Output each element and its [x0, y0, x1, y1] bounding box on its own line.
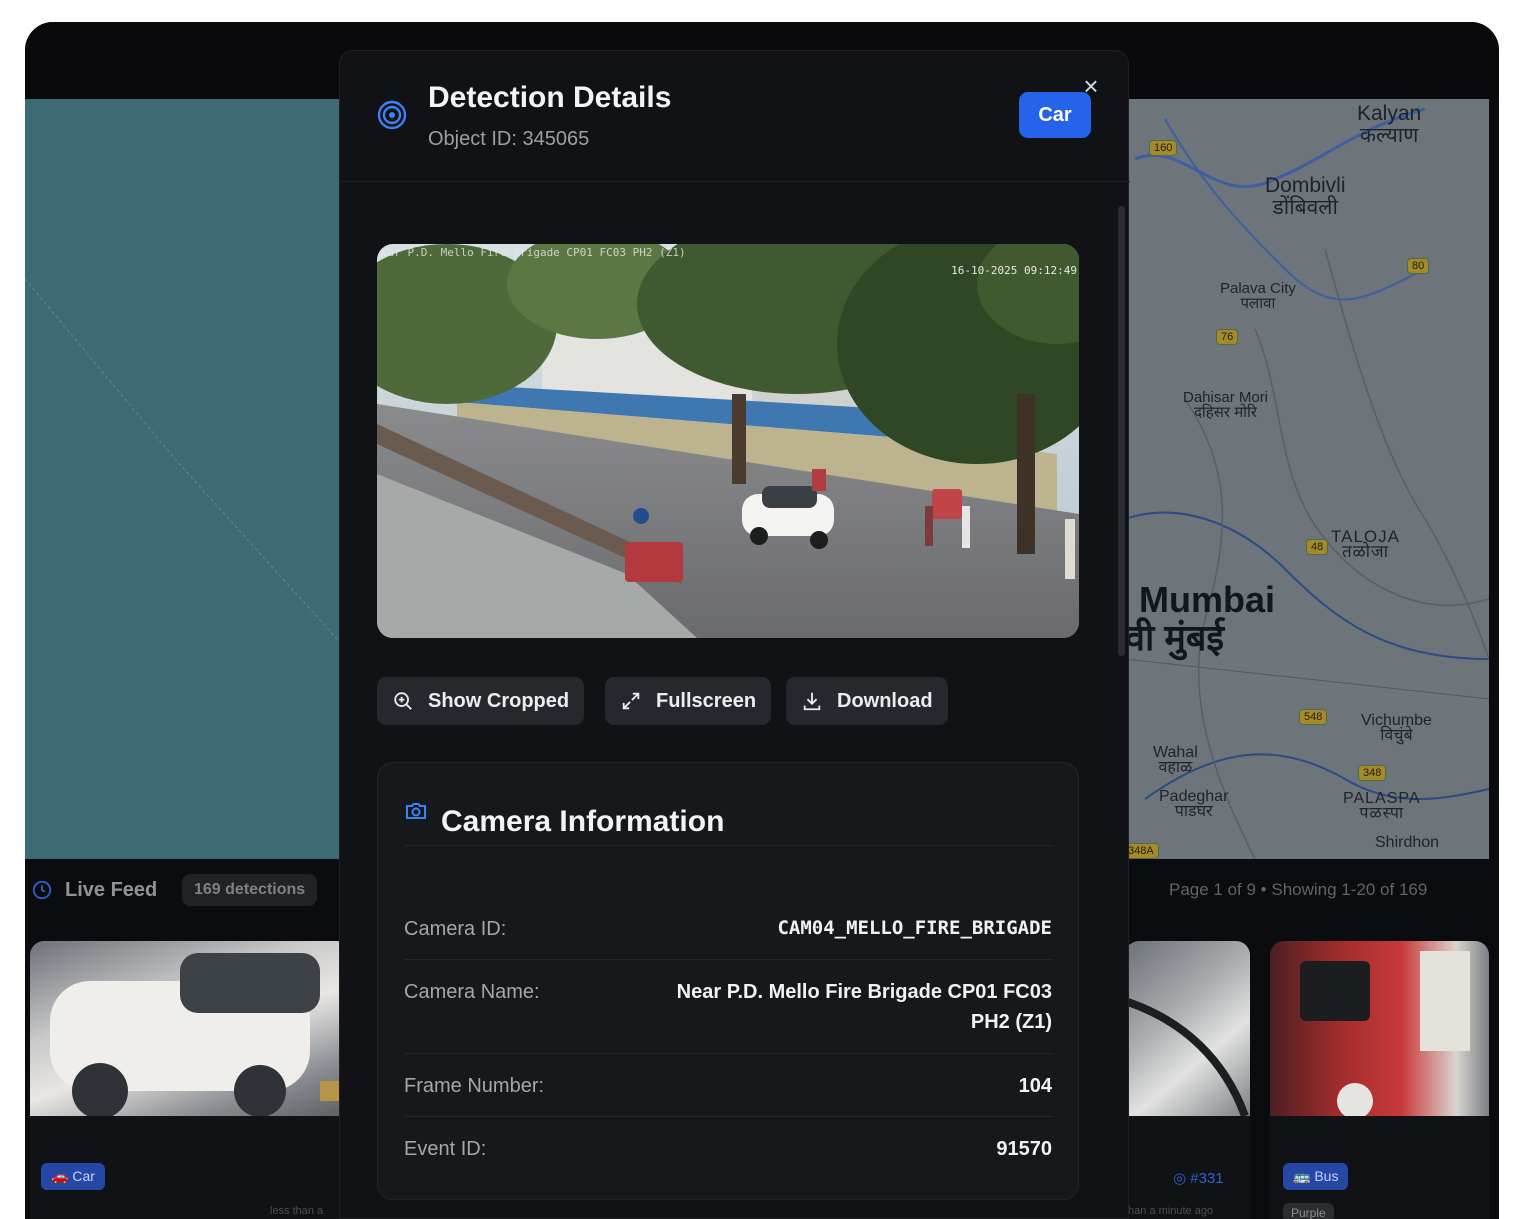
target-icon: ◎ — [1173, 1170, 1191, 1187]
road-shield: 348A — [1125, 843, 1159, 859]
detection-thumbnail — [1270, 941, 1489, 1119]
vehicle-type-chip: 🚌 Bus — [1283, 1163, 1349, 1190]
divider — [404, 1116, 1054, 1117]
target-icon — [377, 100, 407, 130]
detection-thumbnail — [30, 941, 350, 1119]
close-icon[interactable]: × — [1080, 73, 1102, 99]
map-route-line — [25, 278, 355, 660]
detection-details-modal: Detection Details Object ID: 345065 Car … — [339, 50, 1130, 1219]
map-right-pane[interactable]: Kalyan कल्याण Dombivli डोंबिवली Palava Cit… — [1125, 99, 1489, 859]
detection-card[interactable]: ◎ #331 than a minute ago — [1125, 941, 1250, 1219]
map-label-wahal: Wahal वहाळ — [1153, 744, 1198, 776]
map-label-kalyan: Kalyan कल्याण — [1357, 102, 1422, 147]
map-label-dombivli: Dombivli डोंबिवली — [1265, 174, 1346, 219]
show-cropped-label: Show Cropped — [428, 689, 570, 712]
frame-number-label: Frame Number: — [404, 1075, 545, 1097]
object-type-badge: Car — [1019, 92, 1091, 138]
camera-information-title: Camera Information — [441, 805, 725, 838]
camera-name-label: Camera Name: — [404, 981, 540, 1003]
map-label-dahisar: Dahisar Mori दहिसर मोरि — [1183, 389, 1269, 421]
detections-count-badge: 169 detections — [182, 874, 318, 906]
bus-icon: 🚌 — [1293, 1168, 1315, 1184]
live-feed-title: Live Feed — [65, 879, 158, 901]
road-shield: 348 — [1358, 765, 1387, 781]
detection-thumbnail — [1125, 941, 1250, 1118]
fullscreen-label: Fullscreen — [656, 689, 757, 712]
divider — [404, 959, 1054, 960]
download-icon — [803, 692, 821, 711]
event-id-value: 91570 — [996, 1138, 1052, 1160]
car-icon: 🚗 — [51, 1168, 73, 1184]
vehicle-type-chip: 🚗 Car — [41, 1163, 105, 1190]
map-label-padeghar: Padeghar पाडघर — [1159, 788, 1229, 820]
expand-icon — [622, 692, 640, 710]
road-shield: 160 — [1149, 140, 1178, 156]
zoom-in-icon — [394, 692, 412, 710]
map-label-shirdhon: Shirdhon — [1375, 834, 1440, 851]
card-timestamp: than a minute ago — [1125, 1205, 1214, 1217]
road-shield: 80 — [1407, 258, 1430, 274]
download-label: Download — [837, 689, 933, 712]
pagination-info: Page 1 of 9 • Showing 1-20 of 169 — [1169, 880, 1428, 899]
frame-overlay-camera: ear P.D. Mello Fire Brigade CP01 FC03 PH… — [381, 246, 686, 259]
vehicle-color-chip: Purple — [1283, 1203, 1334, 1219]
map-label-taloja: TALOJA तळोजा — [1331, 527, 1400, 561]
frame-number-value: 104 — [1018, 1075, 1052, 1097]
divider — [404, 1053, 1054, 1054]
modal-scrollbar[interactable] — [1118, 206, 1125, 656]
road-shield: 48 — [1306, 539, 1329, 555]
detection-id-link[interactable]: ◎ #331 — [1173, 1169, 1224, 1187]
map-label-palaspa: PALASPA पळस्पा — [1343, 790, 1421, 822]
road-shield: 76 — [1216, 329, 1239, 345]
map-label-mumbai: Mumbai वी मुंबई — [1125, 579, 1276, 658]
map-label-palava: Palava City पलावा — [1220, 280, 1296, 312]
camera-id-label: Camera ID: — [404, 918, 507, 940]
download-button[interactable]: Download — [786, 677, 948, 725]
detection-frame-image: ear P.D. Mello Fire Brigade CP01 FC03 PH… — [377, 244, 1079, 638]
detection-card[interactable]: 🚗 Car less than a — [30, 941, 350, 1219]
detection-card[interactable]: 🚌 Bus Purple — [1270, 941, 1489, 1219]
clock-icon — [32, 880, 52, 900]
camera-id-value: CAM04_MELLO_FIRE_BRIGADE — [777, 917, 1052, 939]
modal-header: Detection Details Object ID: 345065 Car … — [340, 51, 1130, 182]
map-label-vichumbe: Vichumbe विचुंबे — [1361, 712, 1432, 744]
object-id: Object ID: 345065 — [428, 128, 590, 150]
divider — [404, 845, 1054, 846]
road-shield: 548 — [1299, 709, 1328, 725]
fullscreen-button[interactable]: Fullscreen — [605, 677, 772, 725]
frame-overlay-timestamp: 16-10-2025 09:12:49 — [951, 264, 1077, 277]
event-id-label: Event ID: — [404, 1138, 487, 1160]
camera-name-value: Near P.D. Mello Fire Brigade CP01 FC03 P… — [676, 981, 1052, 1033]
show-cropped-button[interactable]: Show Cropped — [377, 677, 585, 725]
map-left-pane[interactable] — [25, 99, 355, 859]
modal-title: Detection Details — [428, 81, 672, 114]
camera-information-card: Camera Information Camera ID: CAM04_MELL… — [377, 762, 1079, 1200]
camera-icon — [406, 803, 426, 819]
card-timestamp: less than a — [270, 1205, 324, 1217]
